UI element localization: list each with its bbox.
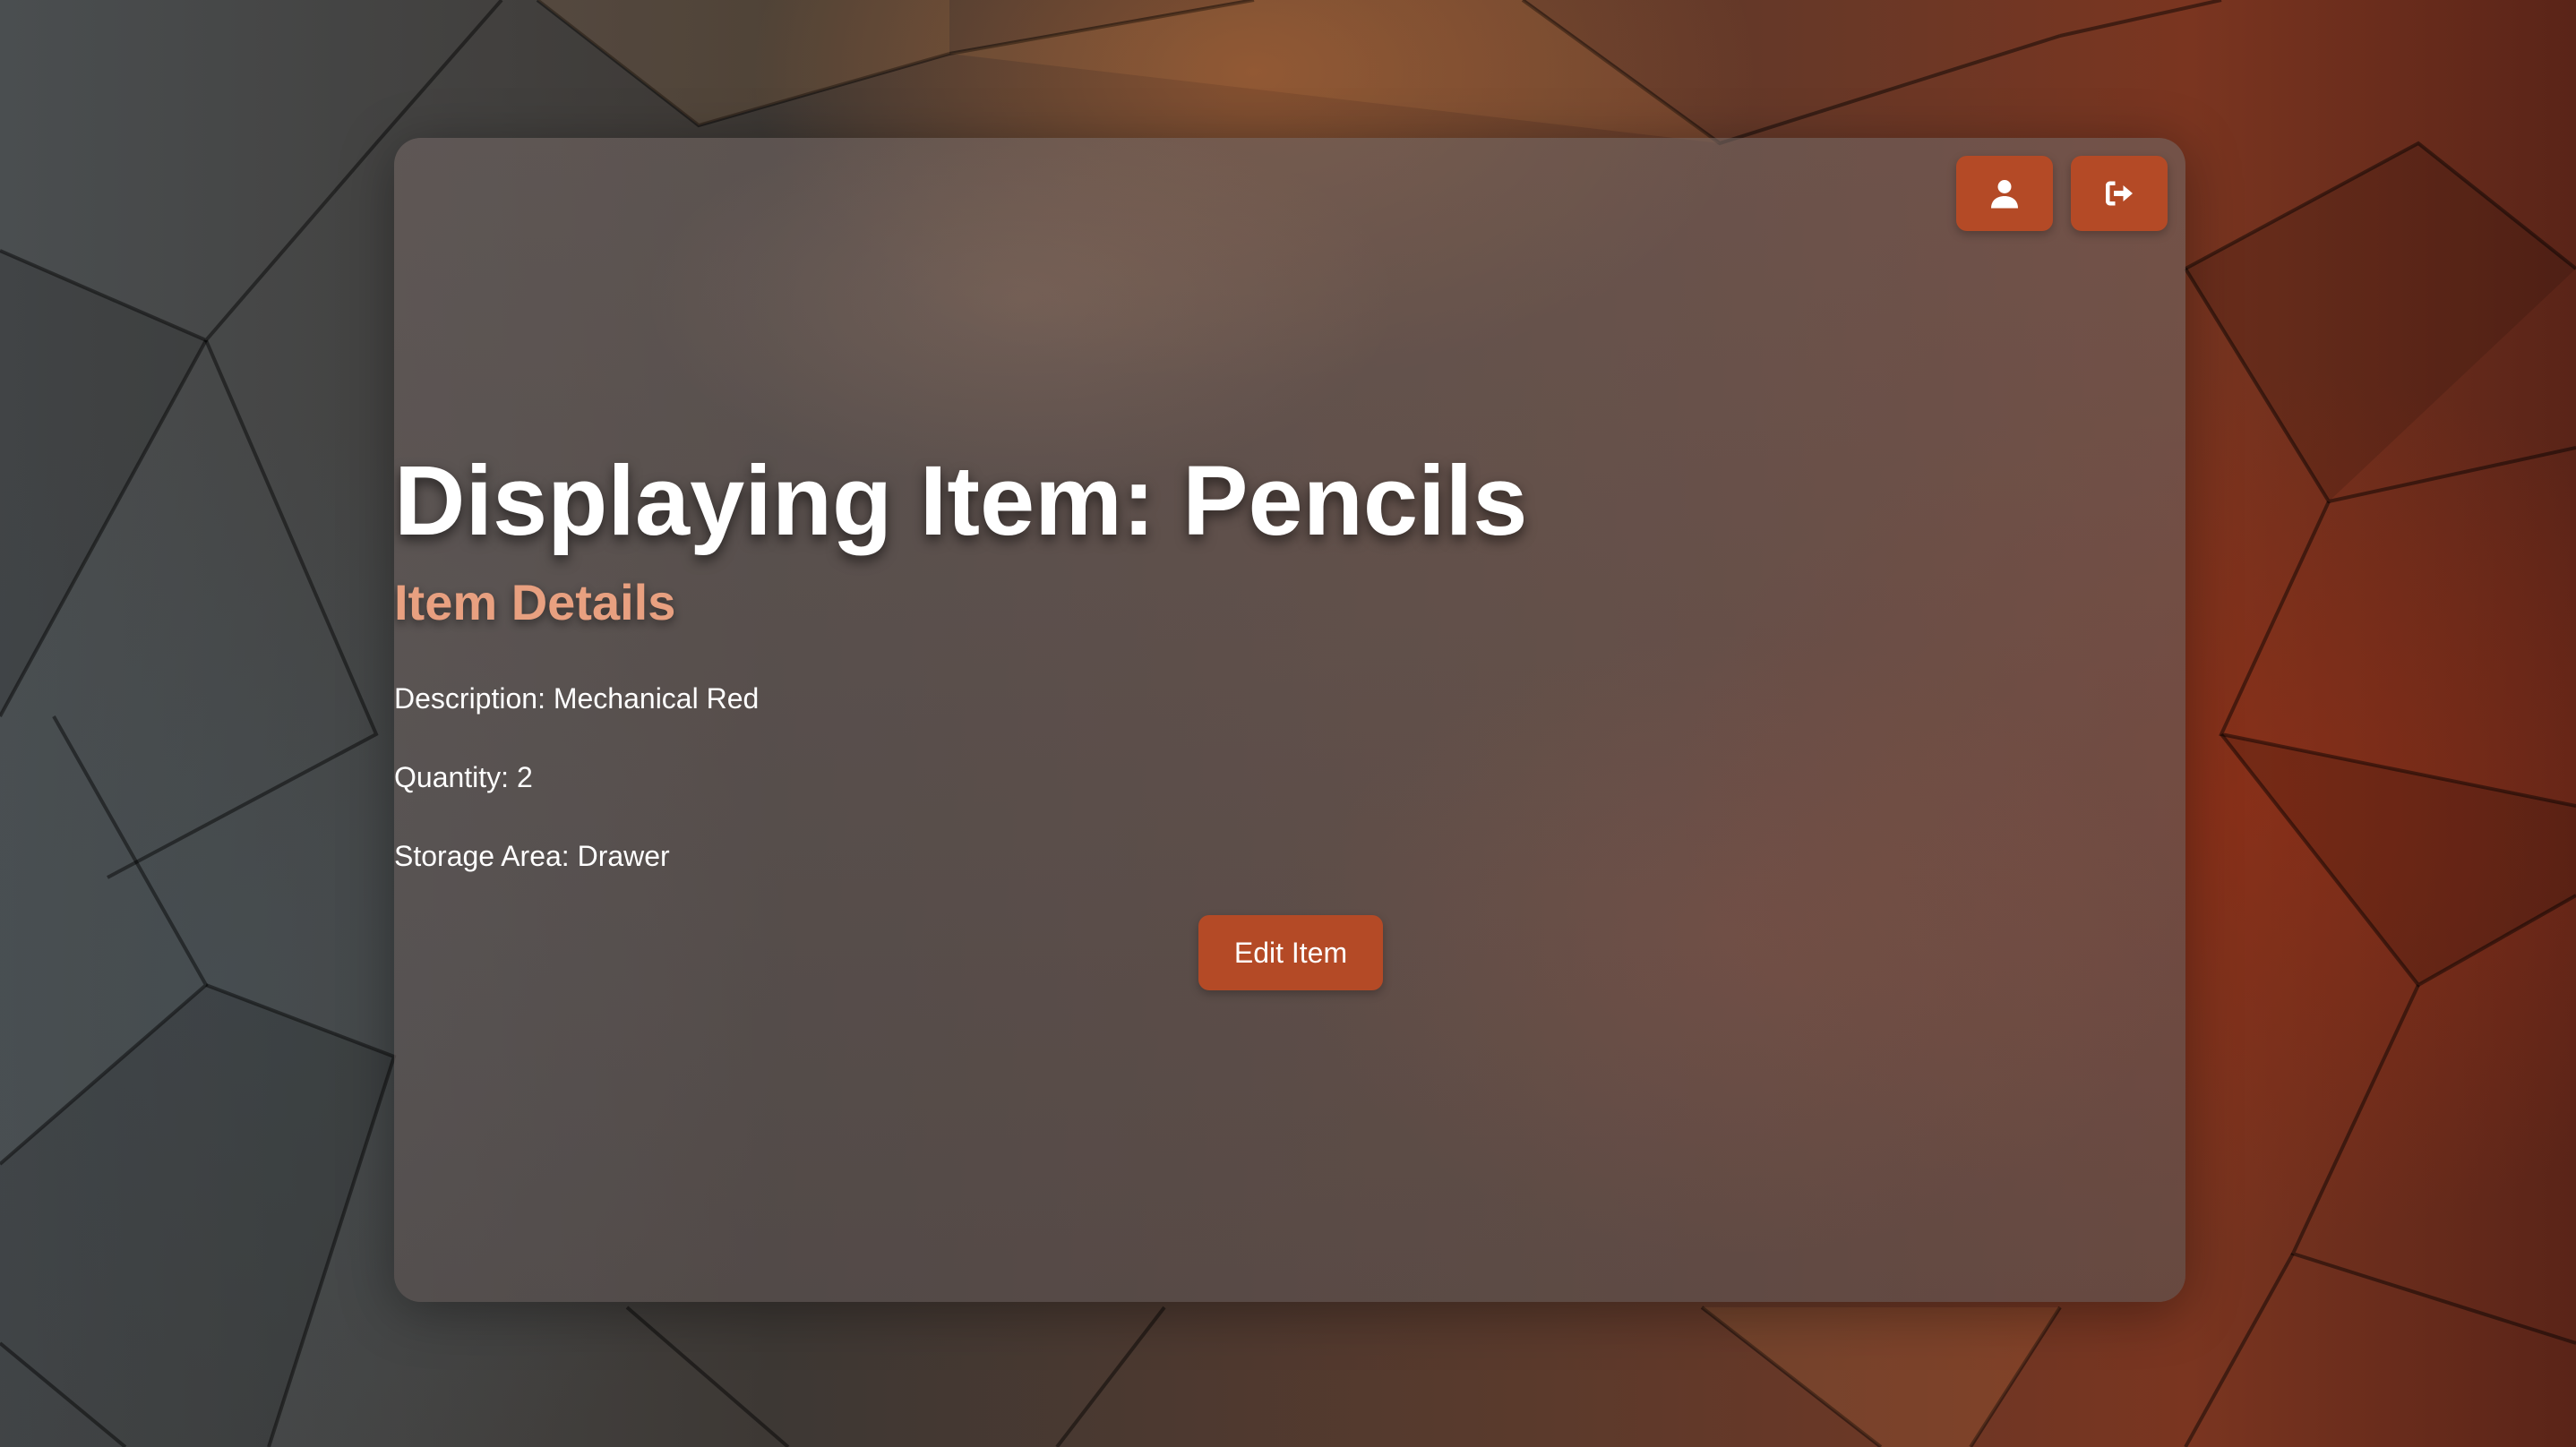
item-storage-area: Storage Area: Drawer bbox=[394, 840, 670, 872]
section-heading: Item Details bbox=[394, 574, 676, 630]
logout-button[interactable] bbox=[2071, 156, 2168, 231]
sign-out-icon bbox=[2106, 181, 2133, 206]
header-actions bbox=[1956, 156, 2168, 231]
item-quantity: Quantity: 2 bbox=[394, 761, 533, 793]
page-title: Displaying Item: Pencils bbox=[394, 446, 1528, 556]
item-card: Displaying Item: Pencils Item Details De… bbox=[394, 138, 2185, 1302]
profile-button[interactable] bbox=[1956, 156, 2053, 231]
edit-item-button[interactable]: Edit Item bbox=[1198, 915, 1383, 990]
item-description: Description: Mechanical Red bbox=[394, 682, 760, 715]
user-icon bbox=[1991, 180, 2018, 209]
